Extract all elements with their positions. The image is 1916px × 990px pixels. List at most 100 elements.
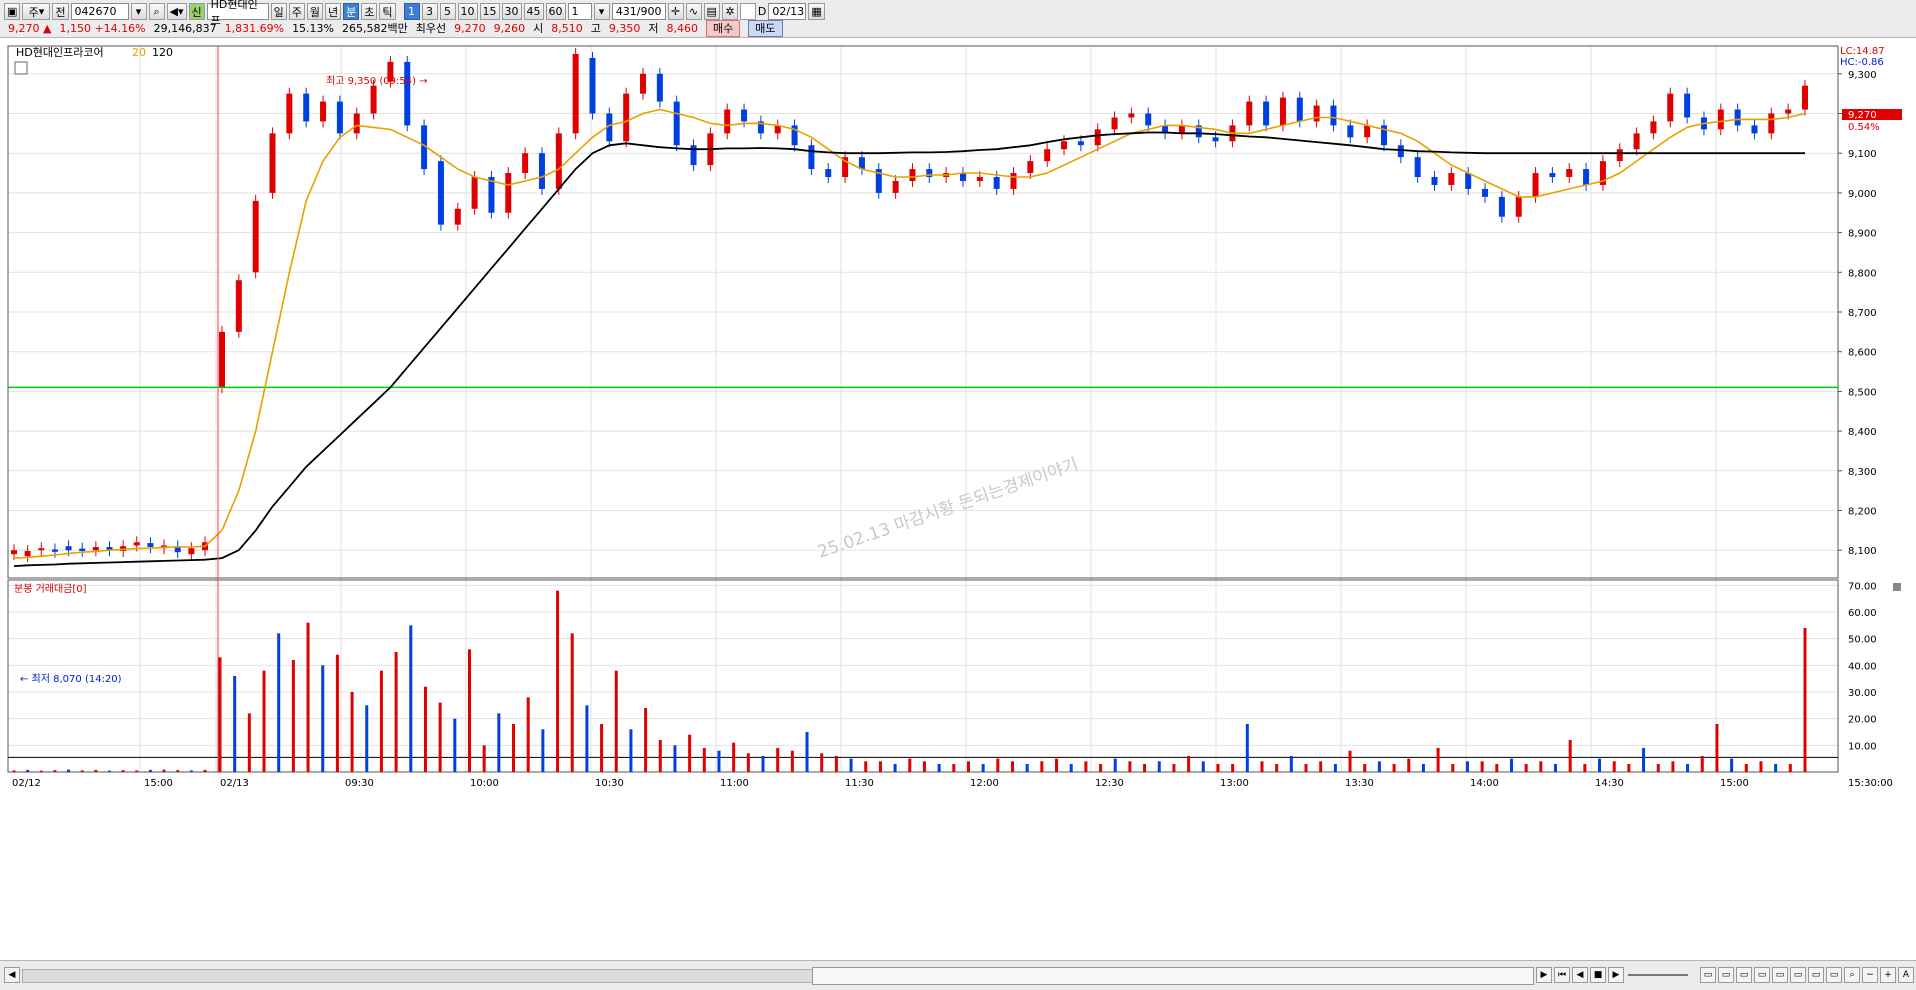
time-axis-label: 09:30 (345, 778, 374, 789)
search-icon[interactable]: ⌕ (148, 3, 165, 20)
chart-area[interactable]: 9,3009,2009,1009,0008,9008,8008,7008,600… (0, 38, 1916, 958)
date-field[interactable]: 02/13 (768, 3, 807, 20)
period-tick-label: 틱 (382, 5, 393, 19)
volume-bar (1260, 761, 1264, 772)
tool-icon-2[interactable]: ▭ (1718, 967, 1734, 983)
volume-axis-label: 50.00 (1848, 635, 1877, 646)
market-select[interactable]: 주 ▾ (22, 3, 51, 20)
volume-bar (277, 633, 281, 772)
candle-body (1768, 113, 1775, 134)
volume-bar (1392, 764, 1396, 772)
interval-select-value: 1 (571, 5, 579, 18)
price-axis-label: 9,300 (1848, 70, 1877, 81)
zoom-out-icon[interactable]: − (1862, 967, 1878, 983)
trend-icon[interactable]: ∿ (685, 3, 702, 20)
buy-button[interactable]: 매수 (706, 19, 741, 37)
rewind-glyph: ⏮ (1557, 970, 1567, 980)
scroll-thumb[interactable] (812, 967, 1534, 985)
volume-bar (321, 665, 325, 772)
period-second-button[interactable]: 초 (361, 3, 378, 20)
zoom-icon[interactable]: ⌕ (1844, 967, 1860, 983)
scroll-right-icon[interactable]: ▶ (1536, 967, 1552, 983)
interval-select[interactable]: 1 (567, 3, 592, 20)
time-axis-label: 12:30 (1095, 778, 1124, 789)
count-field[interactable]: 431/900 (611, 3, 666, 20)
zoom-in-icon[interactable]: + (1880, 967, 1896, 983)
volume-bar (673, 745, 677, 772)
legend-toggle-icon[interactable] (14, 61, 28, 75)
candle-body (303, 93, 310, 122)
crosshair-icon[interactable]: ✛ (667, 3, 684, 20)
volume-bar (1671, 761, 1675, 772)
candle-body (1296, 97, 1303, 122)
calendar-icon[interactable]: ▦ (808, 3, 825, 20)
tool-icon-3[interactable]: ▭ (1736, 967, 1752, 983)
tool-icon-8[interactable]: ▭ (1826, 967, 1842, 983)
time-axis-label: 10:00 (470, 778, 499, 789)
d-checkbox[interactable] (739, 3, 756, 20)
candle-body (235, 280, 242, 332)
interval-10-label: 10 (460, 5, 475, 18)
interval-10-button[interactable]: 10 (457, 3, 478, 20)
candle-body (1667, 93, 1674, 122)
volume-bar (409, 625, 413, 772)
volume-bar (1187, 756, 1191, 772)
amount-value: 265,582백만 (342, 22, 408, 35)
scroll-track[interactable] (22, 969, 814, 983)
volume-bar (1583, 764, 1587, 772)
stock-code-input[interactable]: 042670 (70, 3, 129, 20)
candle-body (1583, 169, 1590, 185)
tool-icon-4[interactable]: ▭ (1754, 967, 1770, 983)
volume-bar (1113, 758, 1117, 772)
tool-icon-7[interactable]: ▭ (1808, 967, 1824, 983)
prev-button[interactable]: 전 (52, 3, 69, 20)
stop-icon[interactable]: ■ (1590, 967, 1606, 983)
speaker-icon[interactable]: ◀▾ (166, 3, 187, 20)
period-day-button[interactable]: 일 (270, 3, 287, 20)
stock-name-field[interactable]: HD현대인프 (206, 0, 269, 27)
period-week-button[interactable]: 주 (288, 3, 305, 20)
volume-bar (1436, 748, 1440, 772)
scroll-left-icon[interactable]: ◀ (4, 967, 20, 983)
tool-icon-6[interactable]: ▭ (1790, 967, 1806, 983)
speed-slider[interactable] (1628, 974, 1688, 976)
volume-bar (1568, 740, 1572, 772)
candle-body (147, 543, 154, 548)
volume-bar (1084, 761, 1088, 772)
save-icon[interactable]: ▤ (703, 3, 720, 20)
tool-icon-1[interactable]: ▭ (1700, 967, 1716, 983)
interval-15-button[interactable]: 15 (479, 3, 500, 20)
interval-45-button[interactable]: 45 (523, 3, 544, 20)
rewind-icon[interactable]: ⏮ (1554, 967, 1570, 983)
dropdown-icon[interactable]: ▾ (130, 3, 147, 20)
candle-body (959, 173, 966, 181)
interval-3-button[interactable]: 3 (421, 3, 438, 20)
window-icon[interactable]: ▣ (4, 3, 21, 20)
period-minute-button[interactable]: 분 (343, 3, 360, 20)
interval-60-button[interactable]: 60 (545, 3, 566, 20)
time-axis-label: 15:00 (144, 778, 173, 789)
play-icon[interactable]: ▶ (1608, 967, 1624, 983)
candle-body (1347, 125, 1354, 138)
period-tick-button[interactable]: 틱 (379, 3, 396, 20)
period-month-button[interactable]: 월 (306, 3, 324, 20)
interval-dropdown-icon[interactable]: ▾ (593, 3, 610, 20)
candle-body (1633, 133, 1640, 150)
candle-body (65, 546, 72, 551)
volume-bar (864, 761, 868, 772)
interval-5-button[interactable]: 5 (439, 3, 456, 20)
volume-bar (26, 769, 30, 772)
price-group: 9,270 ▲ (8, 22, 51, 35)
font-size-icon[interactable]: A (1898, 967, 1914, 983)
period-year-button[interactable]: 년 (325, 3, 342, 20)
interval-1-button[interactable]: 1 (403, 3, 420, 20)
gear-icon[interactable]: ✲ (721, 3, 738, 20)
volume-panel-menu-icon[interactable] (1893, 583, 1901, 591)
interval-30-button[interactable]: 30 (501, 3, 522, 20)
d-checkbox-label: D (757, 5, 767, 18)
tool-icon-5[interactable]: ▭ (1772, 967, 1788, 983)
new-badge[interactable]: 신 (188, 3, 205, 20)
step-back-icon[interactable]: ◀ (1572, 967, 1588, 983)
volume-bar (1744, 764, 1748, 772)
sell-button[interactable]: 매도 (748, 19, 783, 37)
